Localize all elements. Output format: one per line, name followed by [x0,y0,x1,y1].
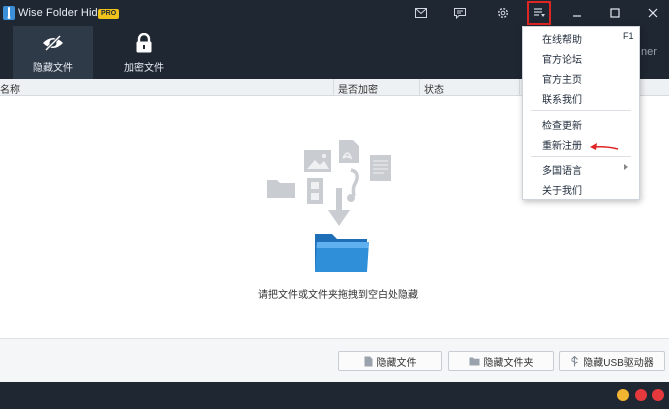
annotation-arrow-icon [590,143,619,150]
column-divider[interactable] [519,79,520,96]
menu-item-language[interactable]: 多国语言 [523,159,639,177]
hide-file-label: 隐藏文件 [376,357,417,369]
drop-arrow-icon [328,188,350,226]
mail-icon [415,8,427,18]
minimize-icon [573,15,581,17]
title-bar: Wise Folder Hider PRO [0,0,669,26]
weibo-icon[interactable] [635,389,647,401]
pdf-icon [339,140,359,163]
column-divider[interactable] [333,79,334,96]
hide-folder-label: 隐藏文件夹 [483,357,534,369]
overflow-text: ner [641,46,657,58]
drop-hint-text: 请把文件或文件夹拖拽到空白处隐藏 [258,290,418,301]
folder-blue-icon [315,234,369,272]
maximize-icon [610,8,620,18]
tab-encrypt-files[interactable]: 加密文件 [104,26,184,79]
menu-item-contact[interactable]: 联系我们 [523,88,639,106]
menu-list-icon [533,8,545,17]
maximize-button[interactable] [606,4,624,22]
film-icon [307,178,323,204]
close-icon [648,8,658,18]
column-encrypted[interactable]: 是否加密 [338,81,378,96]
main-menu-button[interactable] [527,1,551,25]
menu-separator [531,156,631,157]
drop-zone-illustration [267,140,391,272]
app-title: Wise Folder Hider [18,7,108,19]
folder-gray-icon [267,180,295,198]
menu-item-check-update[interactable]: 检查更新 [523,114,639,132]
social-icon[interactable] [652,389,664,401]
close-button[interactable] [644,4,662,22]
music-note-icon [347,168,359,202]
settings-button[interactable] [494,4,512,22]
hide-folder-button[interactable]: 隐藏文件夹 [448,351,554,371]
hide-file-button[interactable]: 隐藏文件 [338,351,442,371]
menu-item-online-help[interactable]: 在线帮助 F1 [523,28,639,46]
lock-icon [133,33,155,53]
pro-badge: PRO [98,9,120,19]
tab-hide-files[interactable]: 隐藏文件 [13,26,93,79]
document-icon [370,155,391,181]
action-bar: 隐藏文件 隐藏文件夹 隐藏USB驱动器 [0,338,669,382]
column-status[interactable]: 状态 [424,81,444,96]
status-bar [0,382,669,409]
app-logo-icon [3,6,15,20]
column-divider[interactable] [419,79,420,96]
social-icon[interactable] [617,389,629,401]
menu-item-homepage[interactable]: 官方主页 [523,68,639,86]
menu-item-forum[interactable]: 官方论坛 [523,48,639,66]
file-icon [364,356,372,366]
folder-icon [469,357,479,365]
minimize-button[interactable] [568,4,586,22]
menu-item-about[interactable]: 关于我们 [523,179,639,197]
usb-icon [571,355,579,366]
main-dropdown-menu: 在线帮助 F1 官方论坛 官方主页 联系我们 检查更新 重新注册 多国语言 关于… [522,26,640,200]
submenu-arrow-icon [624,164,628,170]
image-icon [304,150,331,172]
mail-button[interactable] [412,4,430,22]
hide-usb-button[interactable]: 隐藏USB驱动器 [559,351,665,371]
shortcut-label: F1 [623,31,634,41]
tab-hide-files-label: 隐藏文件 [33,63,73,74]
hide-usb-label: 隐藏USB驱动器 [583,357,654,369]
feedback-button[interactable] [451,4,469,22]
tab-encrypt-files-label: 加密文件 [124,63,164,74]
eye-slash-icon [42,33,64,53]
settings-icon [497,7,509,19]
menu-item-re-register[interactable]: 重新注册 [523,134,639,152]
feedback-icon [454,7,466,19]
menu-separator [531,110,631,111]
column-name[interactable]: 名称 [0,81,20,96]
